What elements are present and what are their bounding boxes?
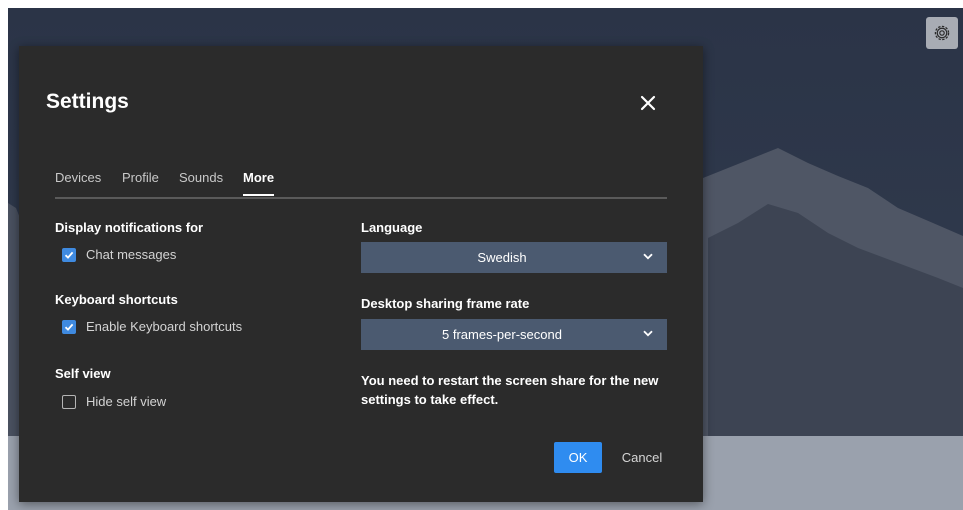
frame-rate-heading: Desktop sharing frame rate <box>361 296 530 311</box>
chevron-down-icon <box>643 330 653 337</box>
close-button[interactable] <box>636 91 660 115</box>
frame-rate-select[interactable]: 5 frames-per-second <box>361 319 667 350</box>
language-heading: Language <box>361 220 423 235</box>
hide-self-view-checkbox[interactable] <box>62 394 76 409</box>
tab-more[interactable]: More <box>243 170 275 196</box>
dialog-title: Settings <box>46 90 129 113</box>
chat-messages-checkbox[interactable] <box>62 247 76 262</box>
check-icon <box>64 251 74 259</box>
language-select[interactable]: Swedish <box>361 242 667 273</box>
settings-dialog: Settings Devices Profile Sounds More Dis… <box>19 46 703 502</box>
settings-button[interactable] <box>926 17 958 49</box>
gear-icon <box>934 25 950 41</box>
tab-profile[interactable]: Profile <box>122 170 159 194</box>
check-icon <box>64 323 74 331</box>
language-value: Swedish <box>477 250 527 265</box>
chat-messages-label: Chat messages <box>86 247 177 262</box>
tab-devices[interactable]: Devices <box>55 170 101 194</box>
self-view-heading: Self view <box>55 366 111 381</box>
restart-notice: You need to restart the screen share for… <box>361 373 659 407</box>
close-icon <box>640 95 656 111</box>
ok-button[interactable]: OK <box>554 442 602 473</box>
notifications-heading: Display notifications for <box>55 220 204 235</box>
keyboard-shortcuts-label: Enable Keyboard shortcuts <box>86 319 243 334</box>
hide-self-view-label: Hide self view <box>86 394 167 409</box>
frame-rate-value: 5 frames-per-second <box>442 327 562 342</box>
cancel-button[interactable]: Cancel <box>613 442 671 473</box>
chat-messages-option[interactable]: Chat messages <box>62 247 176 262</box>
settings-tabs: Devices Profile Sounds More <box>55 170 667 199</box>
keyboard-shortcuts-checkbox[interactable] <box>62 319 76 334</box>
hide-self-view-option[interactable]: Hide self view <box>62 394 166 409</box>
tab-sounds[interactable]: Sounds <box>179 170 223 194</box>
shortcuts-heading: Keyboard shortcuts <box>55 292 178 307</box>
chevron-down-icon <box>643 253 653 260</box>
keyboard-shortcuts-option[interactable]: Enable Keyboard shortcuts <box>62 319 242 334</box>
